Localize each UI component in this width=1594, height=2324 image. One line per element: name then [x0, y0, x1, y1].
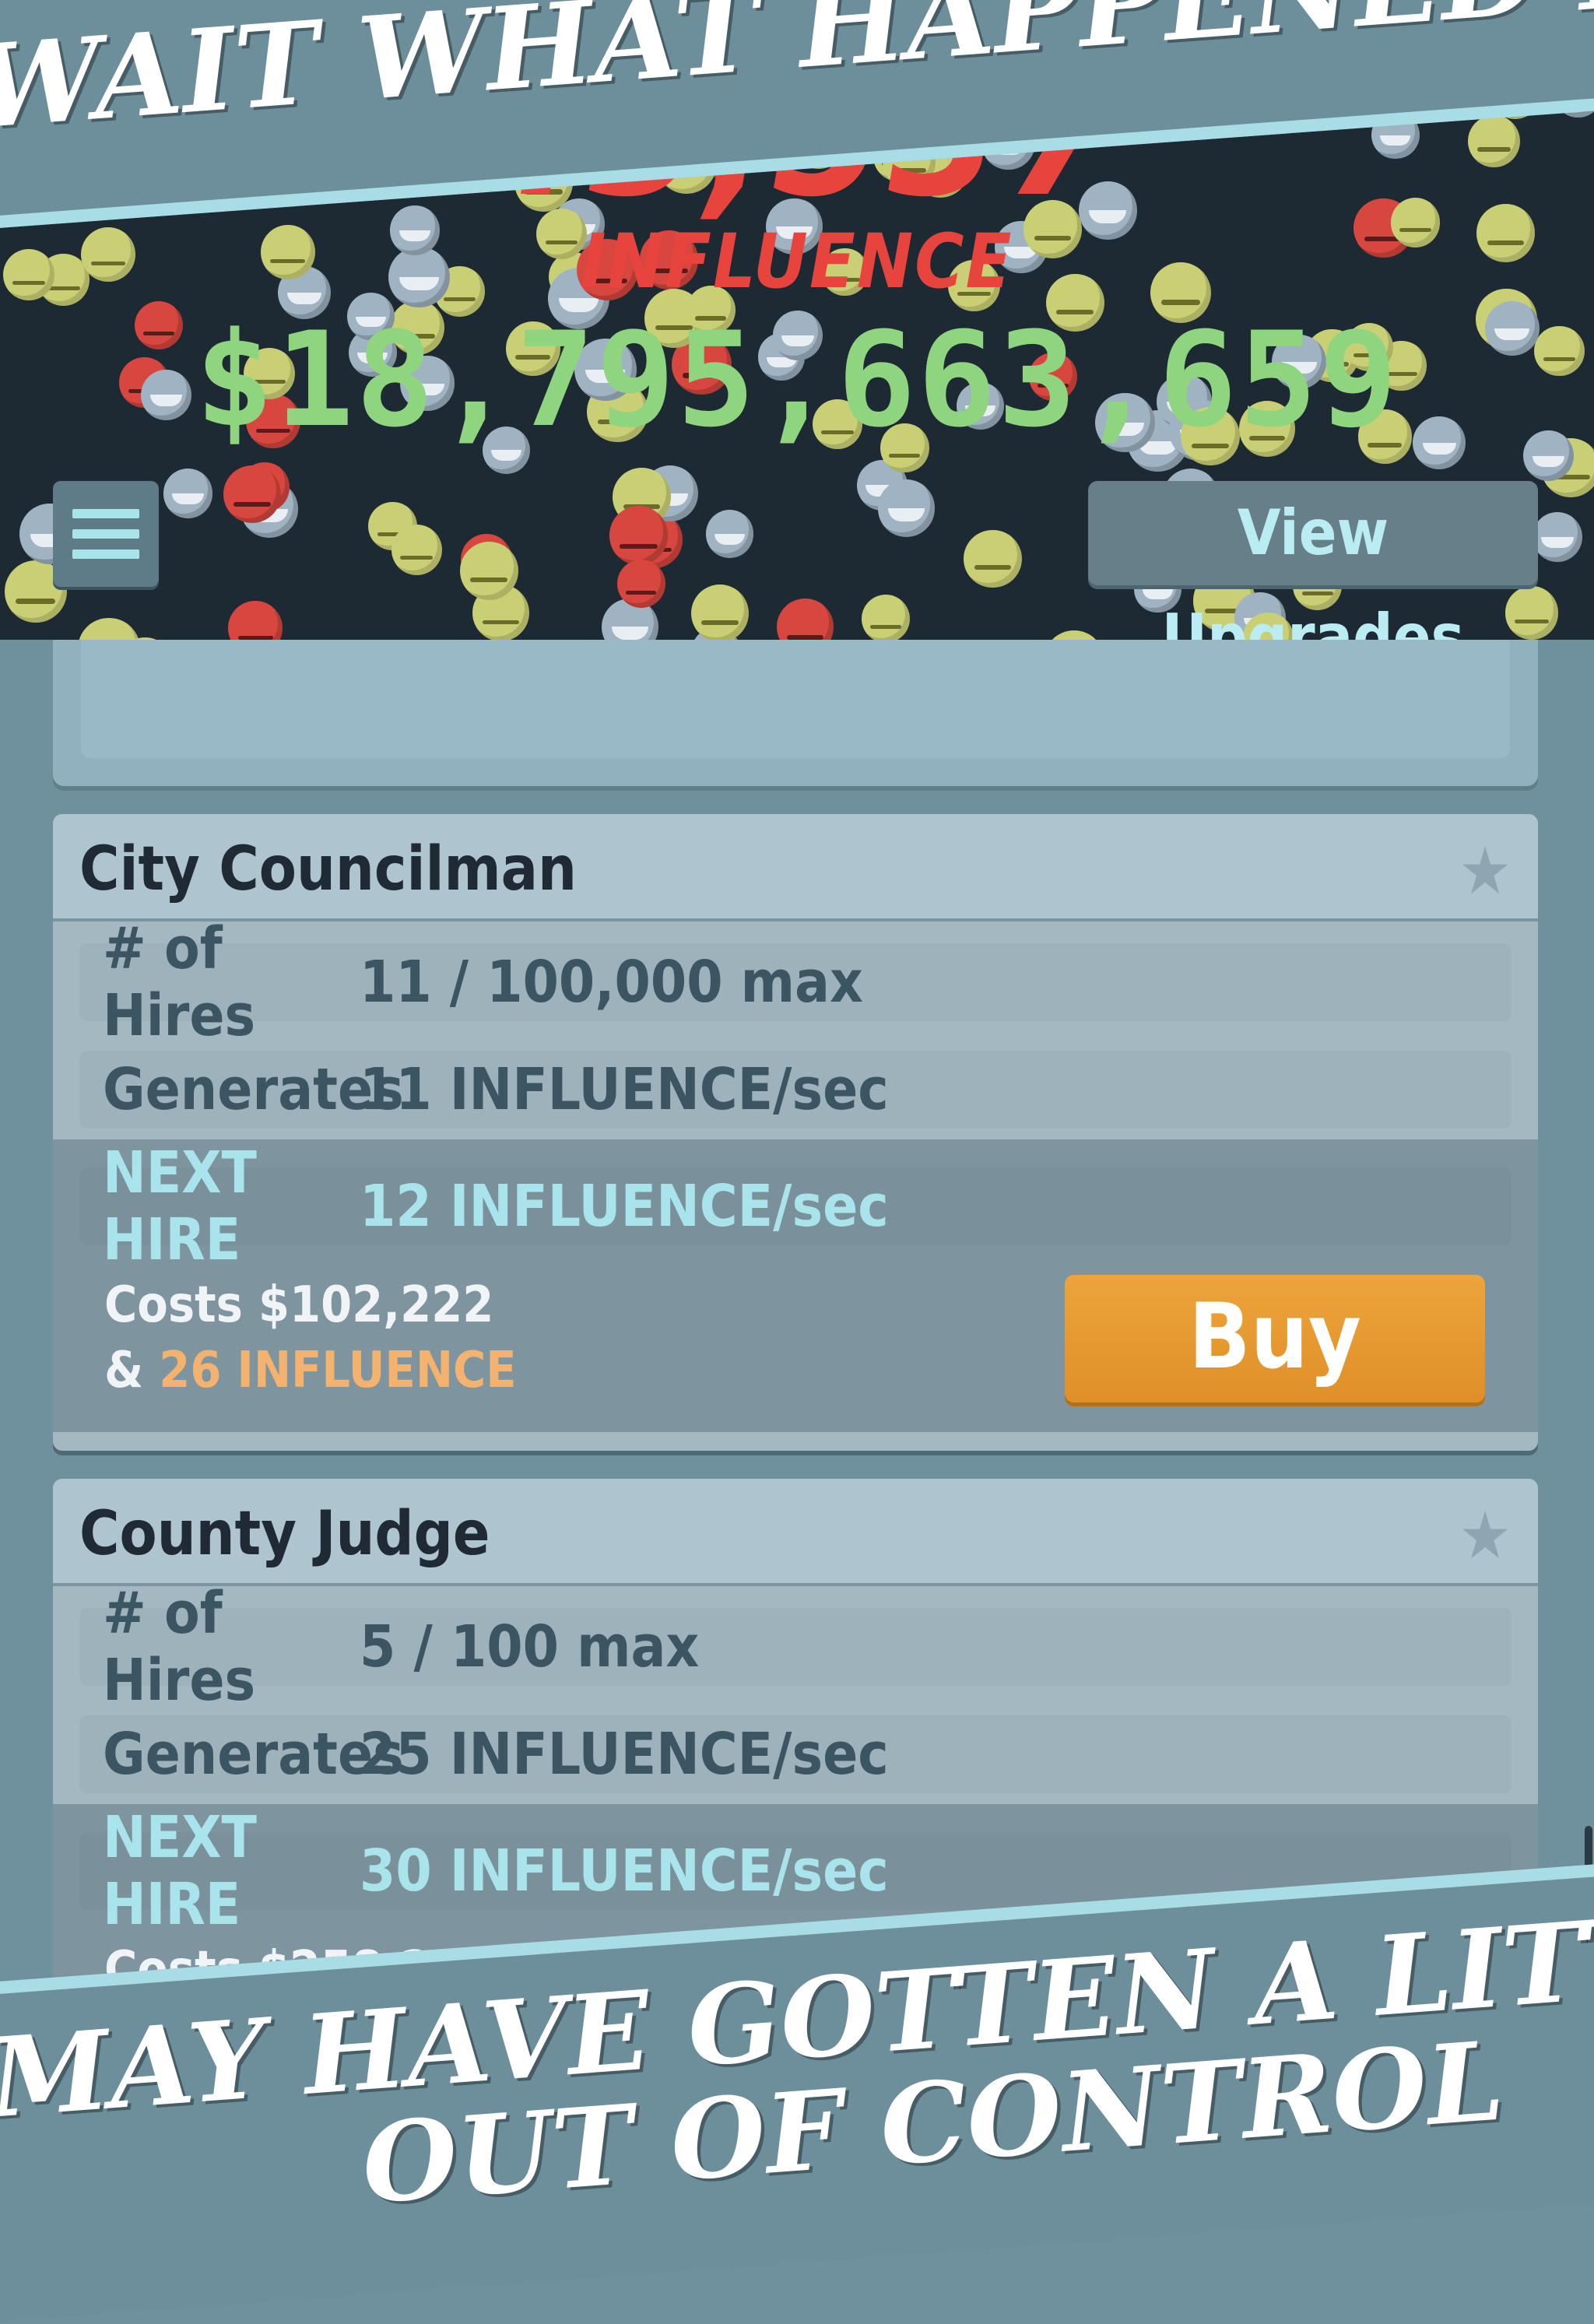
money-total: $18,795,663,659 [195, 304, 1399, 456]
card-title: County Judge [79, 1499, 490, 1569]
angry-face-icon [609, 506, 669, 566]
next-hire-value: 30 INFLUENCE/sec [360, 1838, 889, 1904]
next-hire-row: NEXT HIRE 12 INFLUENCE/sec [79, 1139, 1511, 1273]
hires-label: # of Hires [103, 1580, 256, 1714]
next-hire-label: NEXT HIRE [103, 1804, 257, 1938]
grumpy-face-icon [964, 529, 1022, 588]
hire-card-city-councilman: City Councilman ★ # of Hires 11 / 100,00… [53, 814, 1538, 1451]
card-title: City Councilman [79, 834, 577, 904]
generates-row: Generates 11 INFLUENCE/sec [79, 1051, 1511, 1129]
card-header: City Councilman ★ [53, 814, 1538, 922]
menu-bar [72, 509, 139, 518]
next-hire-value: 12 INFLUENCE/sec [360, 1173, 889, 1240]
card-stats: # of Hires 5 / 100 max Generates 25 INFL… [53, 1580, 1538, 1804]
grumpy-face-icon [391, 524, 442, 575]
grinning-face-icon [877, 479, 936, 538]
grumpy-face-icon [1044, 630, 1104, 640]
hires-row: # of Hires 11 / 100,000 max [79, 915, 1511, 1049]
grinning-face-icon [163, 469, 213, 518]
generates-value: 25 INFLUENCE/sec [360, 1721, 889, 1788]
cost-influence: 26 INFLUENCE [159, 1342, 517, 1399]
favorite-star-icon[interactable]: ★ [1459, 1497, 1511, 1574]
next-hire-section: NEXT HIRE 12 INFLUENCE/sec Costs $102,22… [53, 1139, 1538, 1432]
grumpy-face-icon [861, 595, 910, 640]
hamburger-menu-icon[interactable] [53, 481, 159, 587]
next-hire-label: NEXT HIRE [103, 1139, 257, 1273]
grumpy-face-icon [1505, 586, 1559, 640]
generates-row: Generates 25 INFLUENCE/sec [79, 1715, 1511, 1793]
angry-face-icon [227, 600, 283, 640]
grumpy-face-icon [459, 541, 518, 600]
view-upgrades-button[interactable]: View Upgrades [1088, 481, 1538, 640]
hires-row: # of Hires 5 / 100 max [79, 1580, 1511, 1714]
hires-value: 11 / 100,000 max [360, 949, 863, 1016]
menu-bar [72, 549, 139, 559]
generates-label: Generates [103, 1721, 404, 1788]
generates-label: Generates [103, 1056, 404, 1123]
grinning-face-icon [705, 510, 754, 558]
card-header: County Judge ★ [53, 1479, 1538, 1586]
cost-and: & [104, 1342, 160, 1399]
grumpy-face-icon [78, 617, 140, 640]
cost-money: Costs $102,222 [104, 1276, 494, 1334]
favorite-star-icon[interactable]: ★ [1459, 833, 1511, 909]
previous-card-bottom [53, 640, 1538, 786]
grumpy-face-icon [691, 584, 750, 640]
card-stats: # of Hires 11 / 100,000 max Generates 11… [53, 915, 1538, 1139]
previous-card-inner [81, 640, 1510, 758]
grinning-face-icon [1532, 511, 1583, 563]
angry-face-icon [616, 560, 665, 608]
cost-block: Costs $102,222 & 26 INFLUENCE Buy [79, 1269, 1511, 1432]
influence-label: INFLUENCE [581, 218, 1013, 305]
menu-bar [72, 529, 139, 539]
hires-label: # of Hires [103, 915, 256, 1049]
angry-face-icon [223, 465, 281, 524]
buy-button[interactable]: Buy [1065, 1275, 1485, 1402]
generates-value: 11 INFLUENCE/sec [360, 1056, 889, 1123]
angry-face-icon [776, 598, 834, 640]
cost-influence-line: & 26 INFLUENCE [104, 1342, 517, 1399]
hires-value: 5 / 100 max [360, 1613, 700, 1680]
